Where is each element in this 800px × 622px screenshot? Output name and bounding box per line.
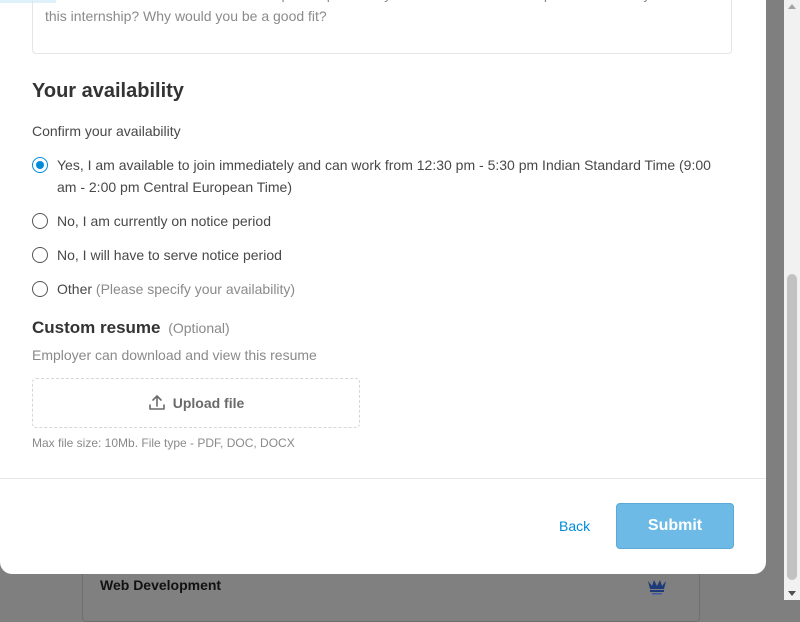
file-constraints: Max file size: 10Mb. File type - PDF, DO…: [32, 436, 295, 450]
scroll-thumb[interactable]: [787, 274, 797, 580]
scroll-down-arrow-icon[interactable]: [788, 591, 796, 596]
submit-button[interactable]: Submit: [616, 503, 734, 549]
custom-resume-title: Custom resume (Optional): [32, 318, 230, 338]
upload-file-button[interactable]: Upload file: [32, 378, 360, 428]
radio-icon[interactable]: [32, 247, 48, 263]
availability-option-label: No, I am currently on notice period: [57, 213, 271, 229]
cover-letter-placeholder: Mention in detail what relevant skill or…: [45, 0, 705, 24]
company-logo: [648, 580, 666, 595]
availability-option-immediate[interactable]: Yes, I am available to join immediately …: [32, 154, 727, 198]
custom-resume-heading: Custom resume: [32, 318, 161, 337]
optional-tag: (Optional): [168, 320, 230, 336]
availability-option-label: Yes, I am available to join immediately …: [57, 157, 711, 195]
radio-selected-icon[interactable]: [32, 157, 48, 173]
availability-option-label: No, I will have to serve notice period: [57, 247, 282, 263]
back-button[interactable]: Back: [559, 518, 590, 534]
resume-description: Employer can download and view this resu…: [32, 347, 317, 363]
page-scrollbar[interactable]: [784, 0, 800, 600]
availability-option-serve-notice[interactable]: No, I will have to serve notice period: [32, 244, 727, 266]
scroll-up-arrow-icon[interactable]: [788, 4, 796, 9]
availability-option-other[interactable]: Other (Please specify your availability): [32, 278, 727, 300]
other-hint: (Please specify your availability): [95, 281, 296, 297]
availability-option-notice-period[interactable]: No, I am currently on notice period: [32, 210, 727, 232]
availability-title: Your availability: [32, 80, 184, 102]
background-card-title: Web Development: [100, 577, 222, 593]
radio-icon[interactable]: [32, 213, 48, 229]
other-label: Other: [57, 281, 93, 297]
upload-icon: [148, 395, 165, 410]
footer-divider: [0, 478, 766, 479]
application-modal: Mention in detail what relevant skill or…: [0, 0, 766, 574]
upload-file-label: Upload file: [172, 395, 245, 411]
availability-prompt: Confirm your availability: [32, 123, 181, 139]
radio-icon[interactable]: [32, 281, 48, 297]
cover-letter-textarea[interactable]: Mention in detail what relevant skill or…: [32, 0, 732, 54]
availability-option-label: Other (Please specify your availability): [57, 278, 727, 300]
